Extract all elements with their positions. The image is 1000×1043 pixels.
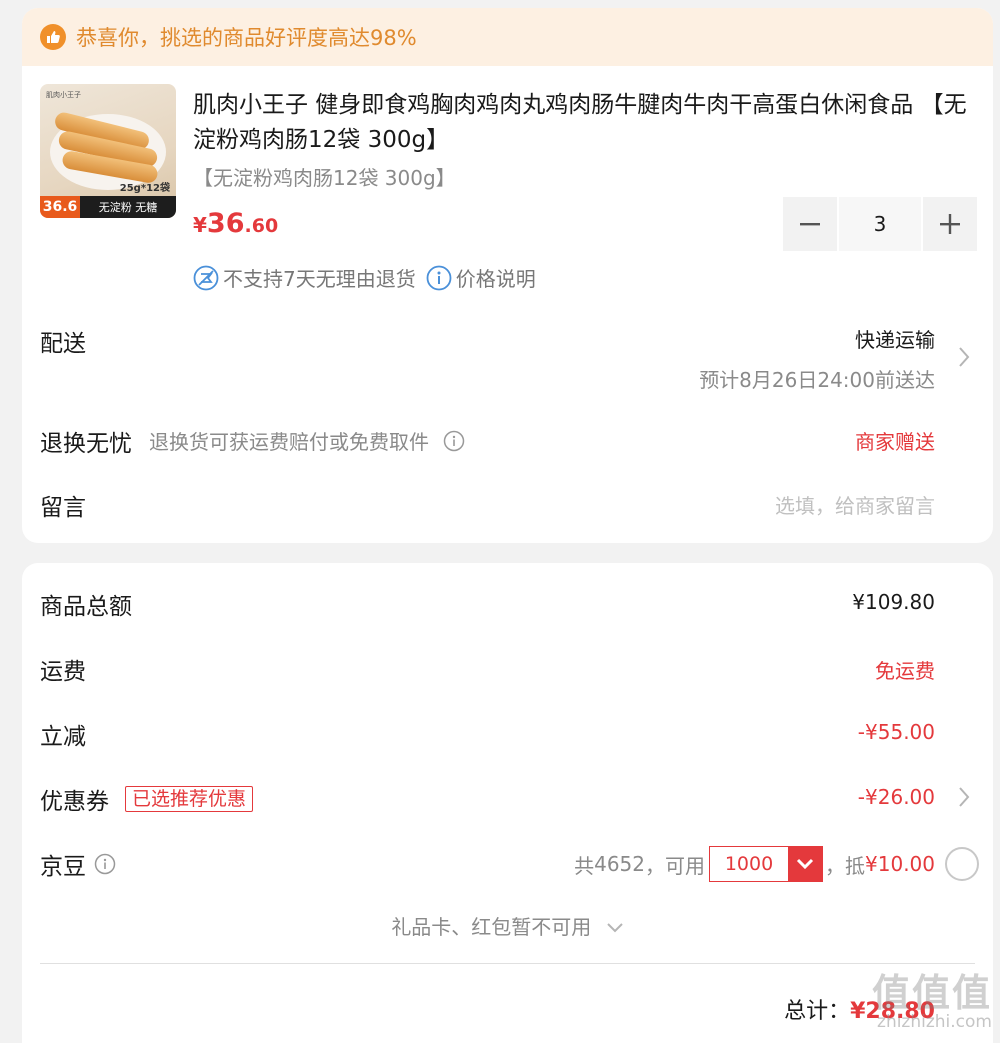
jingdou-deduct: ¥10.00	[865, 852, 935, 876]
quantity-value[interactable]: 3	[839, 197, 921, 251]
discount-label: 立减	[40, 724, 86, 750]
no-return-icon	[193, 265, 219, 290]
product-title[interactable]: 肌肉小王子 健身即食鸡胸肉鸡肉丸鸡肉肠牛腱肉牛肉干高蛋白休闲食品 【无淀粉鸡肉肠…	[193, 88, 973, 158]
coupon-label: 优惠券	[40, 789, 109, 815]
delivery-method[interactable]: 快递运输	[855, 324, 935, 353]
product-image-logo: 肌肉小王子	[46, 91, 81, 99]
jingdou-detail: 共 4652 ，可用 1000 ，抵 ¥10.00	[574, 846, 935, 882]
product-image[interactable]: 肌肉小王子 25g*12袋 36.6 无淀粉 无糖	[40, 84, 176, 218]
order-item-card: 恭喜你，挑选的商品好评度高达98% 肌肉小王子 25g*12袋 36.6 无淀粉…	[22, 8, 993, 543]
price-integer: 36	[206, 208, 245, 239]
chevron-right-icon[interactable]	[957, 345, 971, 369]
jingdou-amount: 1000	[724, 853, 774, 875]
watermark-logo: 值值值	[871, 971, 992, 1015]
info-icon[interactable]	[94, 853, 116, 875]
coupon-tag: 已选推荐优惠	[125, 786, 254, 812]
discount-value: -¥55.00	[857, 720, 935, 744]
product-image-price-tag: 36.6	[40, 196, 80, 218]
product-price: ¥36.60	[193, 208, 278, 239]
giftcard-text: 礼品卡、红包暂不可用	[391, 915, 592, 939]
price-summary-card: 商品总额 ¥109.80 运费 免运费 立减 -¥55.00 优惠券 已选推荐优…	[22, 563, 993, 1043]
delivery-eta: 预计8月26日24:00前送达	[699, 368, 935, 392]
goods-total-label: 商品总额	[40, 594, 132, 620]
return-label: 退换无忧	[40, 431, 132, 457]
chevron-down-icon	[788, 847, 823, 881]
jingdou-radio[interactable]	[945, 847, 979, 881]
info-icon[interactable]	[443, 430, 465, 452]
shipping-value: 免运费	[875, 659, 935, 683]
price-currency: ¥	[193, 213, 207, 237]
increase-button[interactable]	[923, 197, 977, 251]
quantity-stepper: 3	[783, 197, 977, 251]
message-label: 留言	[40, 495, 86, 521]
return-desc-row: 退换货可获运费赔付或免费取件	[149, 426, 465, 455]
chevron-down-icon	[606, 923, 623, 933]
watermark-url: zhizhizhi.com	[877, 1012, 992, 1032]
plus-icon	[940, 214, 960, 234]
info-icon	[426, 265, 452, 290]
return-value: 商家赠送	[855, 430, 935, 454]
chevron-right-icon[interactable]	[957, 785, 971, 809]
giftcard-row[interactable]: 礼品卡、红包暂不可用	[22, 911, 993, 940]
jingdou-amount-select[interactable]: 1000	[709, 846, 824, 882]
thumbs-up-icon	[40, 24, 66, 50]
rating-banner-text: 恭喜你，挑选的商品好评度高达98%	[76, 26, 417, 50]
jingdou-deduct-prefix: ，抵	[825, 853, 866, 878]
delivery-label: 配送	[40, 331, 86, 357]
message-input[interactable]: 选填，给商家留言	[775, 490, 935, 519]
return-desc: 退换货可获运费赔付或免费取件	[149, 430, 429, 454]
coupon-row[interactable]: 优惠券 已选推荐优惠	[40, 782, 254, 816]
divider	[40, 963, 975, 964]
total-label: 总计：	[784, 999, 851, 1024]
price-info-text: 价格说明	[455, 267, 536, 291]
jingdou-total-prefix: 共	[574, 853, 595, 878]
price-decimal: .60	[244, 215, 279, 237]
jingdou-usable: ，可用	[645, 853, 706, 878]
product-image-pack: 25g*12袋	[119, 183, 170, 194]
jingdou-total: 4652	[594, 852, 646, 876]
no-return-text: 不支持7天无理由退货	[223, 267, 416, 291]
rating-banner: 恭喜你，挑选的商品好评度高达98%	[22, 8, 993, 66]
jingdou-row: 京豆	[40, 847, 116, 881]
decrease-button[interactable]	[783, 197, 837, 251]
product-notes: 不支持7天无理由退货 价格说明	[193, 263, 536, 292]
coupon-value: -¥26.00	[857, 785, 935, 809]
price-info-link[interactable]: 价格说明	[426, 263, 536, 292]
goods-total-value: ¥109.80	[852, 590, 935, 614]
jingdou-label: 京豆	[40, 854, 86, 880]
shipping-label: 运费	[40, 659, 86, 685]
product-image-strip: 无淀粉 无糖	[80, 196, 176, 218]
minus-icon	[800, 223, 820, 226]
product-spec[interactable]: 【无淀粉鸡肉肠12袋 300g】	[193, 162, 456, 191]
